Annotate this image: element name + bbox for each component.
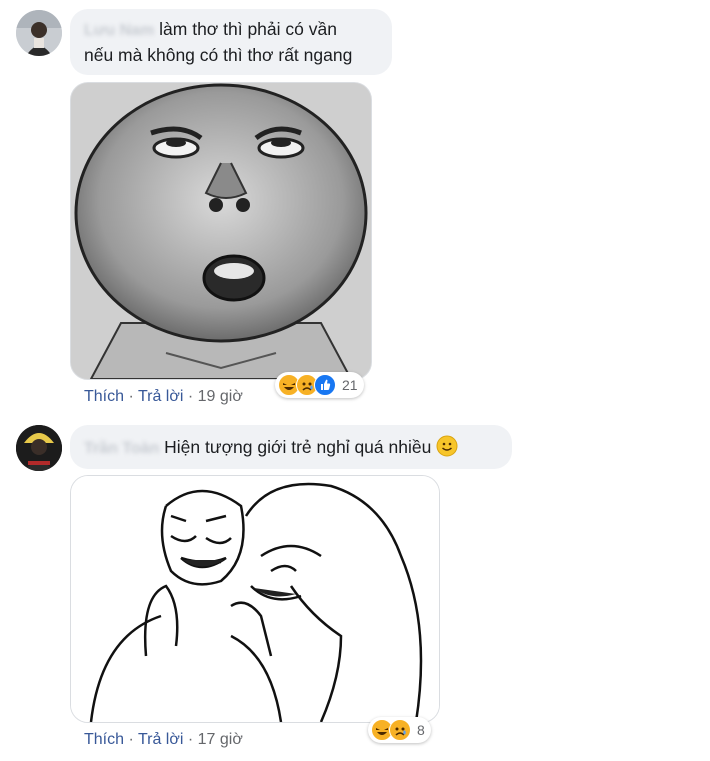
sticker-image[interactable] (70, 475, 440, 723)
reaction-count: 8 (417, 722, 425, 738)
comment: Trần Toàn Hiện tượng giới trẻ nghỉ quá n… (0, 410, 710, 761)
comment: Lưu Nam làm thơ thì phải có vần nếu mà k… (0, 0, 710, 410)
separator: · (124, 731, 138, 748)
reply-link[interactable]: Trả lời (138, 388, 183, 405)
avatar[interactable] (16, 10, 62, 56)
sticker-image[interactable] (70, 82, 372, 380)
comment-bubble: Lưu Nam làm thơ thì phải có vần nếu mà k… (70, 9, 392, 75)
like-link[interactable]: Thích (84, 731, 124, 748)
smile-emoji-icon (436, 435, 458, 464)
reaction-summary[interactable]: 21 (275, 372, 364, 398)
reaction-summary[interactable]: 8 (368, 717, 431, 743)
like-link[interactable]: Thích (84, 388, 124, 405)
author-name[interactable]: Trần Toàn (84, 440, 159, 457)
timestamp[interactable]: 19 giờ (198, 388, 243, 405)
comment-actions: Thích · Trả lời · 17 giờ (84, 731, 243, 749)
avatar[interactable] (16, 425, 62, 471)
comment-actions: Thích · Trả lời · 19 giờ (84, 388, 243, 406)
reply-link[interactable]: Trả lời (138, 731, 183, 748)
like-reaction-icon (314, 374, 336, 396)
sad-reaction-icon (389, 719, 411, 741)
comment-text-line: nếu mà không có thì thơ rất ngang (84, 45, 353, 65)
comment-text-line: làm thơ thì phải có vần (159, 19, 337, 39)
separator: · (183, 731, 198, 748)
author-name[interactable]: Lưu Nam (84, 22, 154, 39)
separator: · (124, 388, 138, 405)
timestamp[interactable]: 17 giờ (198, 731, 243, 748)
separator: · (183, 388, 198, 405)
reaction-count: 21 (342, 377, 358, 393)
comment-bubble: Trần Toàn Hiện tượng giới trẻ nghỉ quá n… (70, 425, 512, 469)
comment-text-line: Hiện tượng giới trẻ nghỉ quá nhiều (164, 437, 432, 457)
